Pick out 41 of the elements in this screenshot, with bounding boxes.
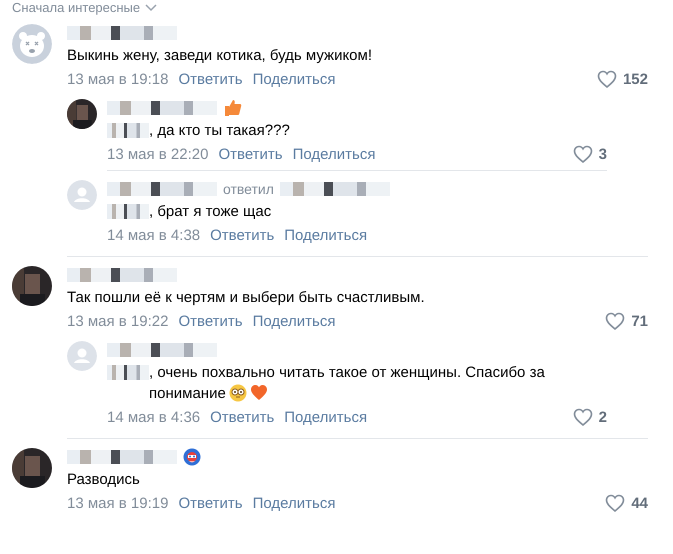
heart-icon[interactable] xyxy=(605,312,626,330)
heart-icon[interactable] xyxy=(572,144,593,164)
comment-text: , очень похвально читать такое от женщины. Спасибо за понимание xyxy=(149,363,546,404)
flushed-face-icon xyxy=(228,384,247,402)
reply-link[interactable]: Ответить xyxy=(210,408,274,426)
share-link[interactable]: Поделиться xyxy=(252,312,336,330)
reply-link[interactable]: Ответить xyxy=(218,146,283,162)
heart-icon xyxy=(250,384,268,402)
thumbs-up-icon xyxy=(223,98,243,118)
reply-link[interactable]: Ответить xyxy=(178,494,243,512)
comment-date[interactable]: 13 мая в 22:20 xyxy=(107,146,208,162)
like-count: 71 xyxy=(631,312,648,330)
reply-link[interactable]: Ответить xyxy=(178,70,243,88)
comment-date[interactable]: 14 мая в 4:38 xyxy=(107,226,200,244)
comment-date[interactable]: 13 мая в 19:18 xyxy=(67,70,168,88)
share-link[interactable]: Поделиться xyxy=(284,226,368,244)
share-link[interactable]: Поделиться xyxy=(284,408,368,426)
masked-face-icon xyxy=(183,448,201,466)
comment-text: Так пошли её к чертям и выбери быть счастливым. xyxy=(67,288,425,308)
replied-label: ответил xyxy=(223,181,274,197)
share-link[interactable]: Поделиться xyxy=(252,494,336,512)
comment-date[interactable]: 14 мая в 4:36 xyxy=(107,408,200,426)
like-count: 152 xyxy=(622,70,648,88)
share-link[interactable]: Поделиться xyxy=(292,146,376,162)
comment-text: , брат я тоже щас xyxy=(149,202,272,222)
comment-text: Разводись xyxy=(67,470,140,490)
comment-date[interactable]: 13 мая в 19:19 xyxy=(67,494,168,512)
sort-label[interactable]: Сначала интересные xyxy=(12,0,140,15)
heart-icon[interactable] xyxy=(596,70,617,88)
share-link[interactable]: Поделиться xyxy=(252,70,336,88)
comment-text: Выкинь жену, заведи котика, будь мужиком! xyxy=(67,46,372,66)
comment-date[interactable]: 13 мая в 19:22 xyxy=(67,312,168,330)
heart-icon[interactable] xyxy=(605,494,626,512)
comment-text: , да кто ты такая??? xyxy=(149,121,290,141)
like-count: 2 xyxy=(598,408,607,426)
reply-link[interactable]: Ответить xyxy=(210,226,274,244)
chevron-down-icon xyxy=(144,3,158,12)
heart-icon[interactable] xyxy=(572,408,593,426)
like-count: 3 xyxy=(598,146,607,162)
like-count: 44 xyxy=(631,494,648,512)
reply-link[interactable]: Ответить xyxy=(178,312,243,330)
